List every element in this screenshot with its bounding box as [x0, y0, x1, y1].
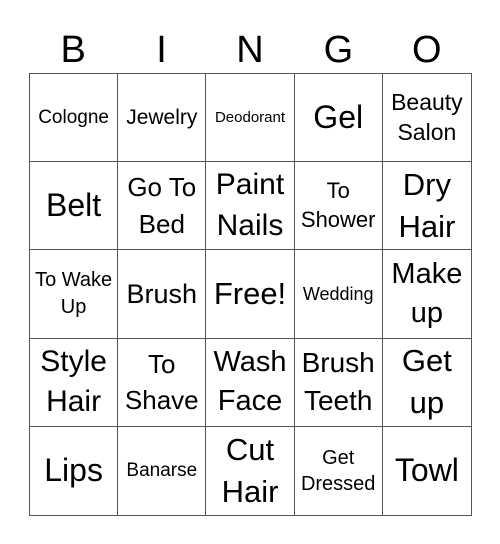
bingo-cell[interactable]: Free! — [206, 250, 295, 339]
bingo-cell[interactable]: Banarse — [118, 426, 207, 515]
bingo-cell[interactable]: Paint Nails — [206, 162, 295, 251]
bingo-cell[interactable]: Style Hair — [30, 338, 119, 427]
bingo-cell[interactable]: To Shave — [118, 338, 207, 427]
bingo-cell[interactable]: Go To Bed — [118, 162, 207, 251]
bingo-cell[interactable]: Brush — [118, 250, 207, 339]
bingo-cell[interactable]: Get up — [382, 339, 471, 427]
header-letter-g: G — [323, 29, 354, 71]
header-letter-i: I — [156, 29, 167, 71]
bingo-cell[interactable]: Belt — [30, 162, 119, 251]
bingo-cell[interactable]: Dry Hair — [382, 162, 471, 251]
bingo-cell[interactable]: Jewelry — [118, 74, 207, 163]
header-letter-o: O — [411, 29, 442, 71]
header-letter-n: N — [236, 29, 264, 71]
bingo-cell[interactable]: Gel — [294, 74, 383, 163]
bingo-header: B I N G O — [29, 26, 471, 74]
bingo-cell[interactable]: Deodorant — [206, 74, 295, 163]
bingo-cell[interactable]: Cut Hair — [206, 426, 295, 515]
header-letter-b: B — [60, 29, 86, 71]
bingo-card: Cologne Jewelry Deodorant Gel Beauty Sal… — [29, 73, 472, 516]
bingo-cell[interactable]: Make up — [382, 250, 471, 339]
bingo-cell[interactable]: Brush Teeth — [294, 338, 383, 427]
bingo-cell[interactable]: Towl — [383, 427, 471, 515]
bingo-cell[interactable]: Get Dressed — [295, 426, 383, 515]
bingo-cell[interactable]: Cologne — [30, 74, 119, 163]
bingo-cell[interactable]: Wedding — [294, 250, 383, 339]
bingo-cell[interactable]: To Shower — [294, 162, 383, 251]
bingo-cell[interactable]: Lips — [30, 426, 119, 515]
bingo-cell[interactable]: To Wake Up — [30, 250, 119, 339]
bingo-cell[interactable]: Beauty Salon — [382, 74, 471, 163]
bingo-cell[interactable]: Wash Face — [206, 338, 295, 427]
